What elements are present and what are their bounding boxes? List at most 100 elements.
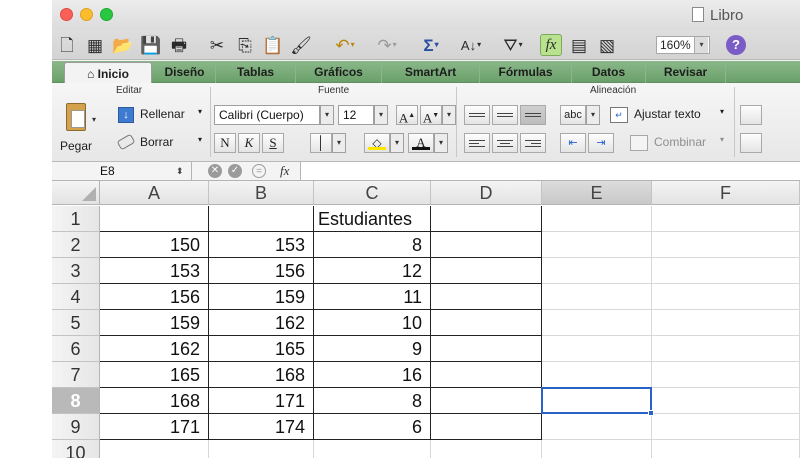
show-gallery-icon[interactable]: ▤	[568, 34, 590, 56]
fill-button[interactable]: ↓ Rellenar ▾	[118, 105, 206, 125]
cell-f5[interactable]	[652, 310, 800, 336]
toolbox-icon[interactable]: ▧	[596, 34, 618, 56]
cell-c9[interactable]: 6	[314, 414, 431, 440]
open-folder-icon[interactable]: 📂	[112, 34, 134, 56]
name-box-stepper-icon[interactable]: ⬍	[176, 162, 184, 180]
select-all-corner[interactable]	[52, 181, 100, 205]
cell-d7[interactable]	[431, 362, 542, 388]
merge-dropdown-icon[interactable]: ▾	[720, 135, 724, 144]
row-header-5[interactable]: 5	[52, 310, 100, 336]
cell-f2[interactable]	[652, 232, 800, 258]
align-right-button[interactable]	[520, 133, 546, 153]
align-bottom-button[interactable]	[520, 105, 546, 125]
cell-d8[interactable]	[431, 388, 542, 414]
row-header-7[interactable]: 7	[52, 362, 100, 388]
wrap-text-button[interactable]: ↵ Ajustar texto ▾	[610, 105, 728, 125]
template-gallery-icon[interactable]: ▦	[84, 34, 106, 56]
cell-a7[interactable]: 165	[100, 362, 209, 388]
formula-builder-icon[interactable]: fx	[540, 34, 562, 56]
cell-c10[interactable]	[314, 440, 431, 458]
clear-button[interactable]: Borrar ▾	[116, 133, 206, 153]
paste-dropdown-icon[interactable]: ▾	[92, 115, 96, 124]
cell-c8[interactable]: 8	[314, 388, 431, 414]
cell-d1[interactable]	[431, 206, 542, 232]
cell-e10[interactable]	[542, 440, 652, 458]
row-header-10[interactable]: 10	[52, 440, 100, 458]
decrease-indent-button[interactable]: ⇤	[560, 133, 586, 153]
cell-c5[interactable]: 10	[314, 310, 431, 336]
new-document-icon[interactable]: 🗋	[56, 34, 78, 56]
cell-f4[interactable]	[652, 284, 800, 310]
wrap-text-dropdown-icon[interactable]: ▾	[720, 107, 724, 116]
paste-icon[interactable]: 📋	[262, 34, 284, 56]
italic-button[interactable]: K	[238, 133, 260, 153]
cell-a2[interactable]: 150	[100, 232, 209, 258]
cell-b9[interactable]: 174	[209, 414, 314, 440]
undo-icon[interactable]: ↶ ▾	[328, 34, 362, 56]
tab-diseno[interactable]: Diseño	[154, 61, 216, 83]
fill-color-dropdown-icon[interactable]: ▾	[390, 133, 404, 153]
row-header-1[interactable]: 1	[52, 206, 100, 232]
cell-e1[interactable]	[542, 206, 652, 232]
cell-c2[interactable]: 8	[314, 232, 431, 258]
zoom-dropdown-icon[interactable]: ▾	[694, 37, 708, 53]
column-header-a[interactable]: A	[100, 181, 209, 205]
cell-b2[interactable]: 153	[209, 232, 314, 258]
cell-a4[interactable]: 156	[100, 284, 209, 310]
zoom-window-button[interactable]	[100, 8, 113, 21]
sort-icon[interactable]: A↓ ▾	[454, 34, 488, 56]
cell-e9[interactable]	[542, 414, 652, 440]
minimize-window-button[interactable]	[80, 8, 93, 21]
font-name-select[interactable]: Calibri (Cuerpo)	[214, 105, 320, 125]
increase-indent-button[interactable]: ⇥	[588, 133, 614, 153]
cell-a5[interactable]: 159	[100, 310, 209, 336]
row-header-9[interactable]: 9	[52, 414, 100, 440]
copy-icon[interactable]: ⎘	[234, 34, 256, 56]
align-center-button[interactable]	[492, 133, 518, 153]
fill-dropdown-icon[interactable]: ▾	[198, 107, 202, 116]
merge-button[interactable]: Combinar ▾	[624, 133, 728, 153]
cell-d9[interactable]	[431, 414, 542, 440]
row-header-6[interactable]: 6	[52, 336, 100, 362]
cell-e5[interactable]	[542, 310, 652, 336]
cell-d4[interactable]	[431, 284, 542, 310]
cell-f1[interactable]	[652, 206, 800, 232]
cell-a8[interactable]: 168	[100, 388, 209, 414]
format-painter-icon[interactable]: 🖌	[290, 34, 312, 56]
font-size-dropdown-icon[interactable]: ▾	[374, 105, 388, 125]
row-header-8[interactable]: 8	[52, 388, 100, 414]
cell-f6[interactable]	[652, 336, 800, 362]
cell-b7[interactable]: 168	[209, 362, 314, 388]
save-icon[interactable]: 💾	[140, 34, 162, 56]
cell-d10[interactable]	[431, 440, 542, 458]
cell-c4[interactable]: 11	[314, 284, 431, 310]
cell-f8[interactable]	[652, 388, 800, 414]
cell-a1[interactable]	[100, 206, 209, 232]
confirm-formula-icon[interactable]: ✓	[228, 164, 242, 178]
column-header-f[interactable]: F	[652, 181, 800, 205]
row-header-2[interactable]: 2	[52, 232, 100, 258]
cell-b6[interactable]: 165	[209, 336, 314, 362]
align-middle-button[interactable]	[492, 105, 518, 125]
align-left-button[interactable]	[464, 133, 490, 153]
print-icon[interactable]: 🖶	[168, 34, 190, 56]
cell-f9[interactable]	[652, 414, 800, 440]
column-header-b[interactable]: B	[209, 181, 314, 205]
cell-b8[interactable]: 171	[209, 388, 314, 414]
tab-formulas[interactable]: Fórmulas	[480, 61, 572, 83]
font-name-dropdown-icon[interactable]: ▾	[320, 105, 334, 125]
cell-b3[interactable]: 156	[209, 258, 314, 284]
paste-button[interactable]: ▾ Pegar	[58, 101, 100, 157]
borders-button[interactable]: │	[310, 133, 332, 153]
font-color-button[interactable]: A	[408, 133, 434, 153]
tab-graficos[interactable]: Gráficos	[296, 61, 382, 83]
font-size-select[interactable]: 12	[338, 105, 374, 125]
cell-d2[interactable]	[431, 232, 542, 258]
number-format-button[interactable]	[740, 133, 762, 153]
increase-font-size-button[interactable]: A▲	[396, 105, 418, 125]
cell-f10[interactable]	[652, 440, 800, 458]
cell-f7[interactable]	[652, 362, 800, 388]
orientation-dropdown-icon[interactable]: ▾	[586, 105, 600, 125]
redo-icon[interactable]: ↷ ▾	[370, 34, 404, 56]
number-format-select[interactable]	[740, 105, 762, 125]
